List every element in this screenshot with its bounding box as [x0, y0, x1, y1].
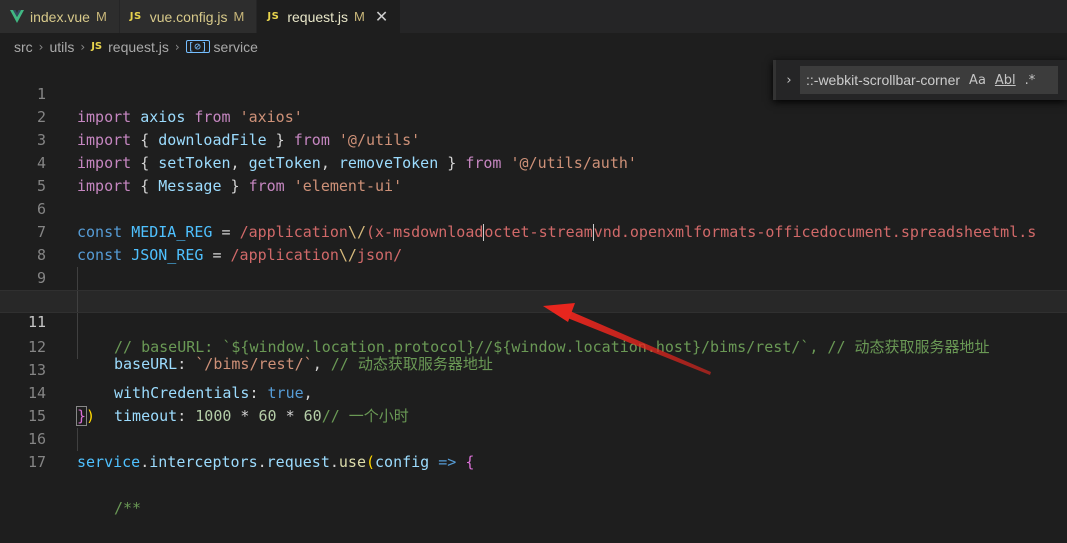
code-line: 15: [0, 382, 1067, 425]
js-icon: JS: [91, 41, 103, 52]
editor-tab-bar: index.vue M JS vue.config.js M JS reques…: [0, 0, 1067, 33]
code-line: 13 timeout: 1000 * 60 * 60// 一个小时: [0, 336, 1067, 425]
code-line: 14 }): [0, 359, 1067, 426]
breadcrumb-item-symbol[interactable]: service: [214, 39, 258, 55]
tab-label: index.vue: [30, 8, 90, 25]
line-number: 17: [27, 453, 46, 471]
code-line: 10 // baseURL: `${window.location.protoc…: [0, 267, 1067, 356]
whole-word-icon[interactable]: Abl: [995, 73, 1016, 88]
tab-label: request.js: [287, 8, 349, 25]
vue-icon: [10, 10, 24, 23]
breadcrumb-item-file[interactable]: request.js: [108, 39, 169, 55]
find-input[interactable]: ::-webkit-scrollbar-corner Aa Abl .*: [800, 66, 1058, 94]
toggle-replace-chevron-icon[interactable]: ›: [780, 73, 798, 88]
variable-symbol-icon: [⊘]: [185, 40, 210, 53]
code-line-current: 11 baseURL: `/bims/rest/`, // 动态获取服务器地址: [0, 290, 1067, 373]
code-line: 12 withCredentials: true,: [0, 313, 1067, 402]
js-icon: JS: [129, 11, 142, 22]
modified-indicator: M: [233, 9, 245, 24]
code-line: 5: [0, 152, 1067, 195]
code-editor[interactable]: 1 import axios from 'axios' 2 import { d…: [0, 60, 1067, 517]
breadcrumb-item-utils[interactable]: utils: [49, 39, 74, 55]
chevron-right-icon: ›: [174, 39, 180, 54]
chevron-right-icon: ›: [38, 39, 44, 54]
code-line: 7 const JSON_REG = /application\/json/: [0, 198, 1067, 264]
code-line: 4 import { Message } from 'element-ui': [0, 129, 1067, 195]
breadcrumb: src › utils › JS request.js › [⊘] servic…: [0, 33, 1067, 60]
code-line: 9 const service = axios.create({: [0, 244, 1067, 311]
match-case-icon[interactable]: Aa: [969, 73, 986, 88]
modified-indicator: M: [354, 9, 365, 24]
code-line: 8: [0, 221, 1067, 264]
modified-indicator: M: [95, 9, 107, 24]
breadcrumb-item-src[interactable]: src: [14, 39, 33, 55]
tab-request-js[interactable]: JS request.js M ✕: [257, 0, 402, 33]
regex-icon[interactable]: .*: [1025, 73, 1036, 88]
find-input-value: ::-webkit-scrollbar-corner: [806, 72, 961, 88]
tab-label: vue.config.js: [149, 8, 228, 25]
code-line: 6 const MEDIA_REG = /application\/(x-msd…: [0, 175, 1067, 241]
chevron-right-icon: ›: [80, 39, 86, 54]
code-line: 16 service.interceptors.request.use(conf…: [0, 405, 1067, 471]
tab-index-vue[interactable]: index.vue M: [0, 0, 120, 33]
tab-vue-config-js[interactable]: JS vue.config.js M: [119, 0, 258, 33]
js-icon: JS: [267, 11, 280, 22]
find-widget: › ::-webkit-scrollbar-corner Aa Abl .*: [773, 60, 1067, 100]
code-line: 3 import { setToken, getToken, removeTok…: [0, 106, 1067, 172]
code-line: 17 /**: [0, 428, 1067, 517]
close-icon[interactable]: ✕: [375, 8, 388, 25]
